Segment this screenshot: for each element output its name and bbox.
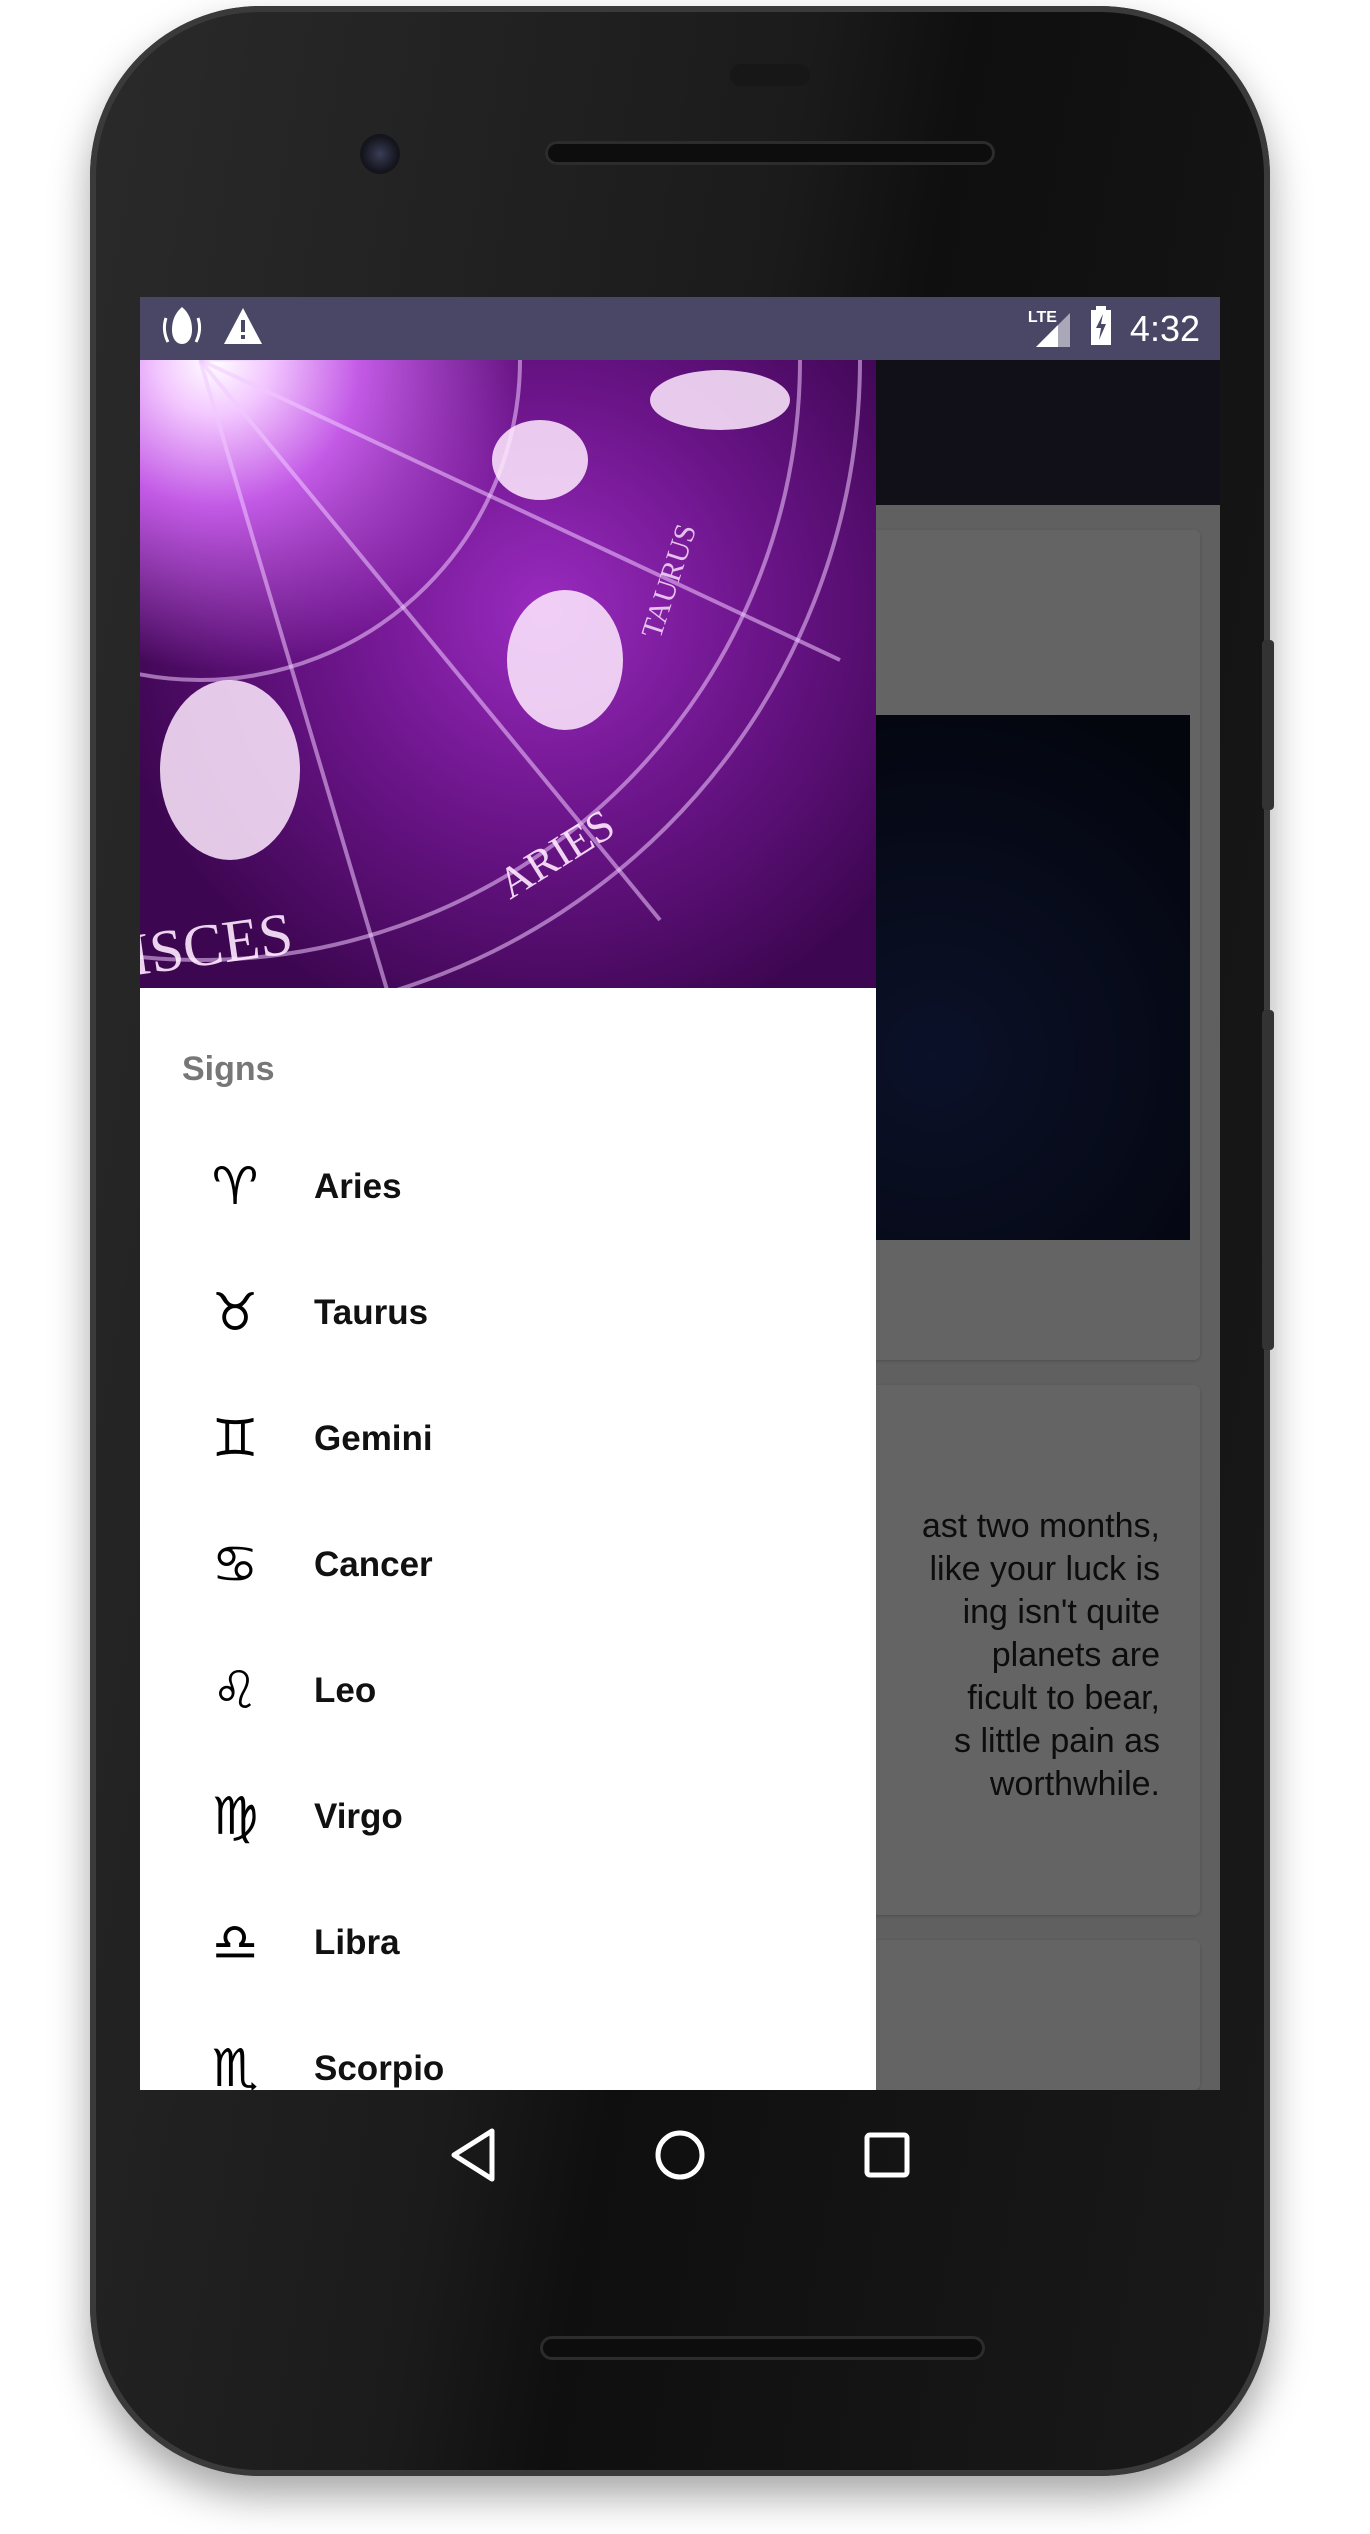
drawer-item-label: Gemini: [314, 1419, 433, 1458]
warning-icon: [222, 306, 264, 351]
drawer-item-cancer[interactable]: ♋ Cancer: [140, 1502, 876, 1628]
navigation-bar: [140, 2090, 1220, 2220]
navigation-drawer: ARIES TAURUS PISCES Signs ♈ Aries ♉ Taur…: [140, 360, 876, 2090]
home-icon: [655, 2130, 705, 2180]
libra-icon: ♎: [211, 1913, 259, 1973]
drawer-item-scorpio[interactable]: ♏ Scorpio: [140, 2006, 876, 2090]
recents-icon: [864, 2132, 910, 2178]
drawer-item-taurus[interactable]: ♉ Taurus: [140, 1250, 876, 1376]
scorpio-icon: ♏: [211, 2039, 259, 2090]
gemini-icon: ♊: [211, 1409, 259, 1469]
screen: LTE 4:32 ast two months, like your luck …: [140, 297, 1220, 2090]
zodiac-wheel-art: ARIES TAURUS PISCES: [140, 360, 862, 988]
leo-icon: ♌: [211, 1661, 259, 1721]
taurus-text: TAURUS: [635, 520, 703, 642]
bottom-speaker: [540, 2336, 985, 2360]
drawer-item-gemini[interactable]: ♊ Gemini: [140, 1376, 876, 1502]
drawer-item-label: Virgo: [314, 1797, 403, 1836]
drawer-item-label: Scorpio: [314, 2049, 445, 2088]
drawer-item-leo[interactable]: ♌ Leo: [140, 1628, 876, 1754]
status-bar: LTE 4:32: [140, 297, 1220, 360]
drawer-item-label: Leo: [314, 1671, 377, 1710]
signs-list: ♈ Aries ♉ Taurus ♊ Gemini ♋ Cancer ♌ Leo…: [140, 1124, 876, 2090]
proximity-sensor: [730, 64, 810, 86]
drawer-item-libra[interactable]: ♎ Libra: [140, 1880, 876, 2006]
recents-button[interactable]: [857, 2125, 917, 2185]
taurus-icon: ♉: [211, 1283, 259, 1343]
drawer-item-label: Aries: [314, 1167, 402, 1206]
virgo-icon: ♍: [211, 1787, 259, 1847]
cancer-icon: ♋: [211, 1535, 259, 1595]
drawer-item-label: Taurus: [314, 1293, 429, 1332]
pisces-text: PISCES: [140, 900, 297, 988]
home-button[interactable]: [650, 2125, 710, 2185]
clock: 4:32: [1129, 307, 1200, 349]
volume-button[interactable]: [1262, 1010, 1274, 1350]
front-camera: [360, 134, 400, 174]
signal-icon: LTE: [1028, 309, 1072, 349]
earpiece-speaker: [545, 141, 995, 165]
back-button[interactable]: [443, 2125, 503, 2185]
drawer-item-aries[interactable]: ♈ Aries: [140, 1124, 876, 1250]
drawer-item-label: Libra: [314, 1923, 400, 1962]
android-debug-icon: [160, 304, 204, 353]
aries-text: ARIES: [489, 800, 623, 909]
drawer-item-virgo[interactable]: ♍ Virgo: [140, 1754, 876, 1880]
back-icon: [451, 2128, 495, 2182]
power-button[interactable]: [1262, 640, 1274, 810]
drawer-header-image: ARIES TAURUS PISCES: [140, 360, 876, 988]
drawer-item-label: Cancer: [314, 1545, 433, 1584]
battery-charging-icon: [1090, 306, 1112, 351]
section-label: Signs: [182, 1050, 275, 1088]
aries-icon: ♈: [211, 1157, 259, 1217]
